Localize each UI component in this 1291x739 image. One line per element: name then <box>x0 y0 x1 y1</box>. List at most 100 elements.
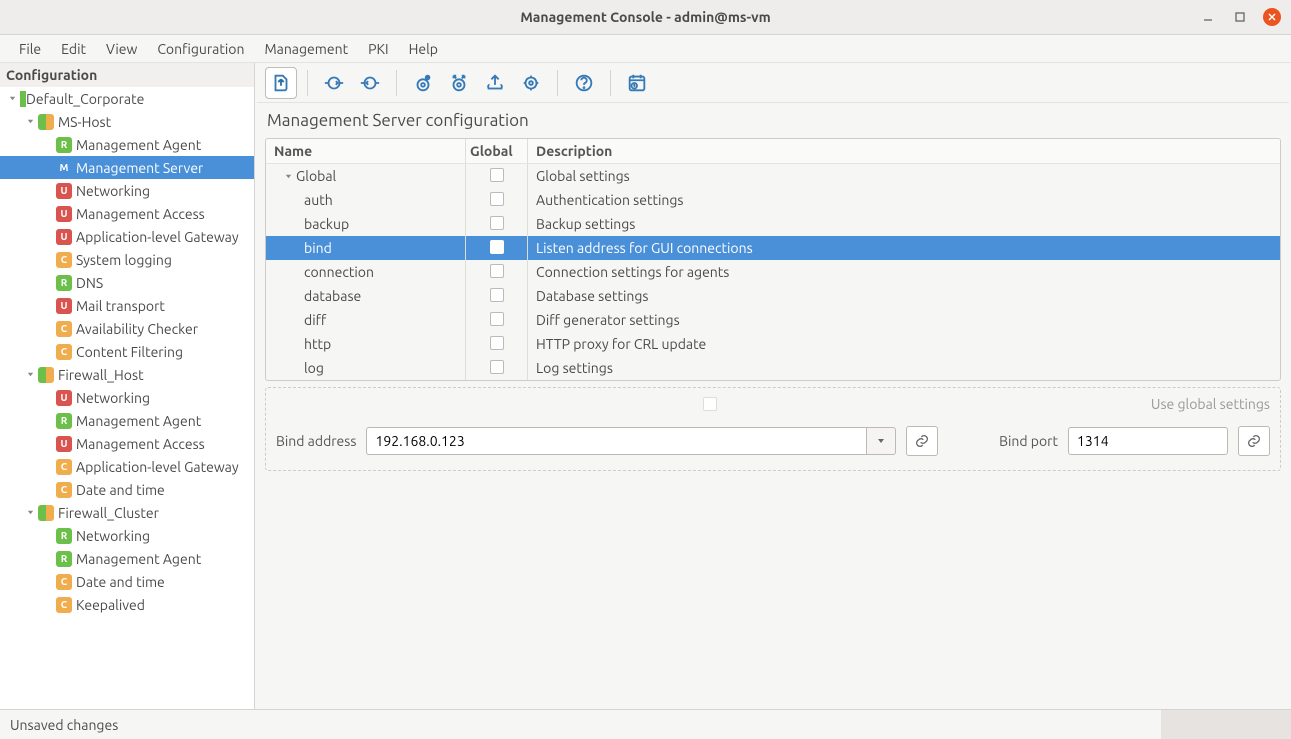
tree-item[interactable]: CKeepalived <box>0 593 254 616</box>
bind-address-dropdown-button[interactable] <box>866 427 896 455</box>
table-row[interactable]: bindListen address for GUI connections <box>266 236 1280 260</box>
row-name: backup <box>304 216 349 232</box>
row-name: diff <box>304 312 326 328</box>
global-checkbox[interactable] <box>490 168 504 182</box>
tree-item[interactable]: UNetworking <box>0 179 254 202</box>
row-name: connection <box>304 264 374 280</box>
tree-item-label: Management Agent <box>76 551 201 567</box>
badge-u: U <box>56 229 72 245</box>
global-checkbox[interactable] <box>490 240 504 254</box>
toolbar-commit-button[interactable] <box>265 67 297 99</box>
global-checkbox[interactable] <box>490 312 504 326</box>
toolbar-connect-button[interactable] <box>318 67 350 99</box>
menu-pki[interactable]: PKI <box>359 37 397 61</box>
toolbar-disconnect-button[interactable] <box>354 67 386 99</box>
window-close-button[interactable] <box>1263 8 1281 26</box>
badge-r: R <box>56 528 72 544</box>
global-checkbox[interactable] <box>490 216 504 230</box>
global-checkbox[interactable] <box>490 288 504 302</box>
host-icon <box>38 114 54 130</box>
config-tree: Default_CorporateMS-HostRManagement Agen… <box>0 87 254 709</box>
expand-toggle[interactable] <box>24 370 36 379</box>
bind-address-input[interactable] <box>366 427 866 455</box>
tree-item[interactable]: UApplication-level Gateway <box>0 225 254 248</box>
bind-port-input[interactable] <box>1068 427 1228 455</box>
badge-u: U <box>56 298 72 314</box>
expand-toggle[interactable] <box>282 172 294 181</box>
col-global[interactable]: Global <box>466 139 528 163</box>
tree-item[interactable]: RManagement Agent <box>0 133 254 156</box>
window-minimize-button[interactable] <box>1199 8 1217 26</box>
use-global-row: Use global settings <box>276 396 1270 412</box>
tree-item[interactable]: RNetworking <box>0 524 254 547</box>
table-row[interactable]: GlobalGlobal settings <box>266 164 1280 188</box>
menu-edit[interactable]: Edit <box>52 37 95 61</box>
row-description: Global settings <box>528 164 1280 188</box>
tree-item[interactable]: CAvailability Checker <box>0 317 254 340</box>
table-row[interactable]: logLog settings <box>266 356 1280 380</box>
toolbar-calendar-button[interactable] <box>621 67 653 99</box>
tree-item-label: Management Server <box>76 160 203 176</box>
row-description: Log settings <box>528 356 1280 380</box>
table-row[interactable]: databaseDatabase settings <box>266 284 1280 308</box>
use-global-checkbox[interactable] <box>703 397 717 411</box>
badge-r: R <box>56 413 72 429</box>
tree-item[interactable]: CDate and time <box>0 478 254 501</box>
tree-item[interactable]: RDNS <box>0 271 254 294</box>
tree-item[interactable]: MS-Host <box>0 110 254 133</box>
tree-item[interactable]: MManagement Server <box>0 156 254 179</box>
tree-item[interactable]: CContent Filtering <box>0 340 254 363</box>
row-description: HTTP proxy for CRL update <box>528 332 1280 356</box>
menu-management[interactable]: Management <box>255 37 357 61</box>
toolbar <box>257 63 1289 103</box>
toolbar-swap-button[interactable] <box>443 67 475 99</box>
toolbar-upload-button[interactable] <box>479 67 511 99</box>
sidebar-title: Configuration <box>0 63 254 87</box>
tree-item[interactable]: Firewall_Host <box>0 363 254 386</box>
table-row[interactable]: authAuthentication settings <box>266 188 1280 212</box>
expand-toggle[interactable] <box>24 117 36 126</box>
menu-help[interactable]: Help <box>400 37 447 61</box>
table-row[interactable]: connectionConnection settings for agents <box>266 260 1280 284</box>
table-row[interactable]: diffDiff generator settings <box>266 308 1280 332</box>
menu-view[interactable]: View <box>97 37 146 61</box>
bind-port-label: Bind port <box>999 433 1058 449</box>
tree-item-label: Networking <box>76 183 150 199</box>
expand-toggle[interactable] <box>6 94 18 103</box>
tree-item[interactable]: Default_Corporate <box>0 87 254 110</box>
toolbar-settings-button[interactable] <box>515 67 547 99</box>
tree-item[interactable]: UNetworking <box>0 386 254 409</box>
badge-r: R <box>56 137 72 153</box>
table-row[interactable]: backupBackup settings <box>266 212 1280 236</box>
global-checkbox[interactable] <box>490 192 504 206</box>
toolbar-help-button[interactable] <box>568 67 600 99</box>
menu-configuration[interactable]: Configuration <box>148 37 253 61</box>
badge-u: U <box>56 206 72 222</box>
table-row[interactable]: httpHTTP proxy for CRL update <box>266 332 1280 356</box>
menu-file[interactable]: File <box>10 37 50 61</box>
window-maximize-button[interactable] <box>1231 8 1249 26</box>
bind-address-link-button[interactable] <box>906 426 938 456</box>
badge-c: C <box>56 321 72 337</box>
tree-item[interactable]: Firewall_Cluster <box>0 501 254 524</box>
badge-r: R <box>56 275 72 291</box>
expand-toggle[interactable] <box>24 508 36 517</box>
bind-port-link-button[interactable] <box>1238 426 1270 456</box>
col-description[interactable]: Description <box>528 139 1280 163</box>
col-name[interactable]: Name <box>266 139 466 163</box>
row-description: Database settings <box>528 284 1280 308</box>
tree-item[interactable]: UMail transport <box>0 294 254 317</box>
tree-item-label: System logging <box>76 252 172 268</box>
statusbar-grip <box>1161 710 1291 739</box>
tree-item[interactable]: UManagement Access <box>0 202 254 225</box>
tree-item[interactable]: CSystem logging <box>0 248 254 271</box>
tree-item[interactable]: UManagement Access <box>0 432 254 455</box>
toolbar-view-button[interactable] <box>407 67 439 99</box>
global-checkbox[interactable] <box>490 264 504 278</box>
global-checkbox[interactable] <box>490 360 504 374</box>
global-checkbox[interactable] <box>490 336 504 350</box>
tree-item[interactable]: RManagement Agent <box>0 547 254 570</box>
tree-item[interactable]: CApplication-level Gateway <box>0 455 254 478</box>
tree-item[interactable]: RManagement Agent <box>0 409 254 432</box>
tree-item[interactable]: CDate and time <box>0 570 254 593</box>
